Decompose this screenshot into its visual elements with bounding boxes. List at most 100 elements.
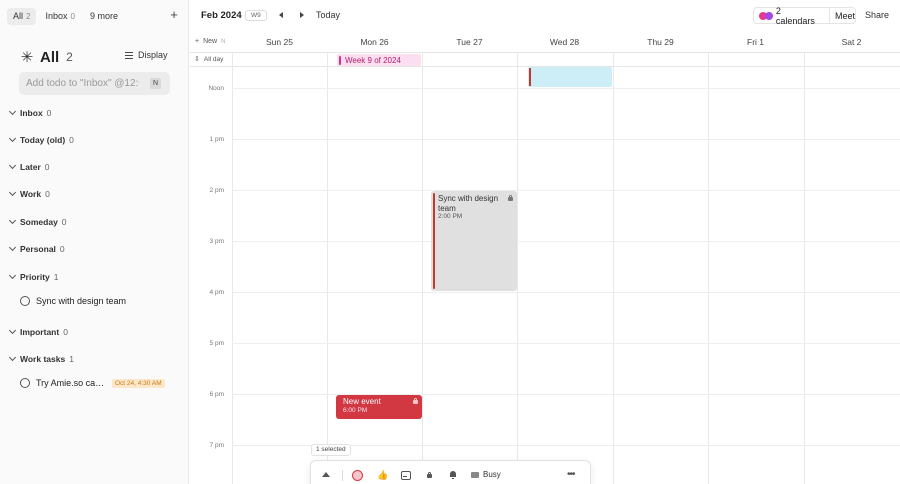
calendar-event[interactable]	[528, 67, 612, 87]
sliders-icon	[125, 51, 133, 59]
calendar-dots-icon	[759, 11, 774, 20]
group-count: 0	[63, 327, 68, 337]
meet-button[interactable]: Meet	[835, 11, 855, 21]
column-divider	[422, 52, 423, 484]
day-header[interactable]: Sun 25	[232, 37, 327, 47]
event-time: 6:00 PM	[343, 407, 368, 414]
allday-event[interactable]: Week 9 of 2024	[337, 54, 421, 66]
today-button[interactable]: Today	[316, 10, 340, 20]
hour-label: 7 pm	[209, 442, 224, 449]
chevron-down-icon	[9, 136, 17, 144]
chevron-right-icon[interactable]	[296, 10, 306, 20]
new-event-button[interactable]: + New N	[195, 38, 225, 45]
group-work-tasks[interactable]: Work tasks 1	[9, 354, 74, 364]
todo-item[interactable]: Sync with design team	[20, 296, 126, 306]
display-label: Display	[138, 50, 168, 60]
busy-toggle[interactable]: Busy	[471, 470, 501, 480]
hour-line	[232, 343, 900, 344]
month-title: Feb 2024	[201, 10, 242, 21]
event-toolbar: 👍 Busy •••	[310, 460, 591, 484]
week-badge: W9	[245, 10, 267, 21]
plus-icon: +	[195, 38, 200, 45]
bell-icon[interactable]	[449, 470, 459, 480]
add-todo-input[interactable]	[19, 72, 139, 95]
tab-inbox[interactable]: Inbox 0	[39, 8, 80, 25]
calendar-event-selected[interactable]: New event 6:00 PM	[336, 395, 422, 419]
hour-label: 4 pm	[209, 289, 224, 296]
column-divider	[327, 52, 328, 484]
lock-icon[interactable]	[426, 470, 436, 480]
group-count: 0	[59, 244, 65, 254]
day-header[interactable]: Thu 29	[613, 37, 708, 47]
group-inbox[interactable]: Inbox 0	[9, 108, 51, 118]
tab-inbox-label: Inbox	[45, 11, 68, 21]
event-color-bar	[529, 68, 531, 86]
hour-label: 3 pm	[209, 238, 224, 245]
day-header[interactable]: Wed 28	[517, 37, 612, 47]
allday-row-label[interactable]: ⇕ All day	[194, 55, 224, 64]
group-count: 1	[69, 354, 74, 364]
tab-all[interactable]: All 2	[7, 7, 37, 25]
allday-text: All day	[203, 55, 224, 63]
calendar-event[interactable]: Sync with design team 2:00 PM	[431, 191, 517, 291]
busy-label: Busy	[483, 470, 501, 479]
inbox-icon[interactable]	[401, 470, 411, 480]
group-name: Priority	[20, 272, 50, 282]
group-personal[interactable]: Personal 0	[9, 244, 65, 254]
sidebar: All 2 Inbox 0 9 more + ✳ All 2 Display N…	[0, 0, 189, 484]
thumbs-up-icon[interactable]: 👍	[377, 470, 388, 480]
event-color-bar	[339, 55, 341, 65]
chevron-down-icon	[9, 190, 17, 198]
hour-label: 1 pm	[209, 136, 224, 143]
event-title: New event	[343, 397, 381, 406]
calendars-selector[interactable]: 2 calendars	[776, 6, 822, 26]
hour-line	[232, 292, 900, 293]
divider	[829, 8, 830, 23]
group-someday[interactable]: Someday 0	[9, 217, 67, 227]
group-name: Important	[20, 327, 60, 337]
divider	[342, 470, 343, 481]
chevron-down-icon	[9, 218, 17, 226]
chevron-down-icon	[9, 245, 17, 253]
color-picker-icon[interactable]	[352, 470, 363, 481]
display-button[interactable]: Display	[125, 50, 168, 60]
todo-item[interactable]: Try Amie.so ca… Oct 24, 4:30 AM	[20, 378, 165, 388]
todo-date-badge: Oct 24, 4:30 AM	[112, 378, 165, 388]
list-title-count: 2	[66, 50, 73, 64]
plus-icon[interactable]: +	[168, 8, 180, 22]
divider	[190, 52, 900, 53]
expand-arrows-icon: ⇕	[194, 56, 200, 63]
checkbox-circle-icon[interactable]	[20, 296, 30, 306]
hour-line	[232, 394, 900, 395]
day-header[interactable]: Fri 1	[708, 37, 803, 47]
group-work[interactable]: Work 0	[9, 189, 50, 199]
hour-label: 6 pm	[209, 391, 224, 398]
column-divider	[804, 52, 805, 484]
group-priority[interactable]: Priority 1	[9, 272, 59, 282]
event-color-bar	[433, 193, 435, 289]
day-header[interactable]: Tue 27	[422, 37, 517, 47]
group-name: Someday	[20, 217, 58, 227]
sidebar-tabs: All 2 Inbox 0 9 more	[7, 7, 124, 25]
group-later[interactable]: Later 0	[9, 162, 50, 172]
collapse-triangle-icon[interactable]	[321, 470, 331, 480]
group-count: 1	[53, 272, 59, 282]
chevron-left-icon[interactable]	[276, 10, 286, 20]
group-name: Work tasks	[20, 354, 66, 364]
tab-all-count: 2	[26, 11, 31, 21]
group-today-old[interactable]: Today (old) 0	[9, 135, 74, 145]
chevron-down-icon	[9, 328, 17, 336]
hour-label: Noon	[208, 85, 224, 92]
calendar-controls: 2 calendars Meet	[753, 6, 856, 26]
column-divider	[708, 52, 709, 484]
group-important[interactable]: Important 0	[9, 327, 68, 337]
day-header[interactable]: Mon 26	[327, 37, 422, 47]
group-count: 0	[45, 189, 50, 199]
column-divider	[232, 52, 233, 484]
day-header[interactable]: Sat 2	[804, 37, 899, 47]
checkbox-circle-icon[interactable]	[20, 378, 30, 388]
more-icon[interactable]: •••	[567, 470, 575, 480]
tab-all-label: All	[13, 11, 24, 21]
tab-more[interactable]: 9 more	[84, 8, 124, 25]
share-button[interactable]: Share	[865, 10, 889, 20]
